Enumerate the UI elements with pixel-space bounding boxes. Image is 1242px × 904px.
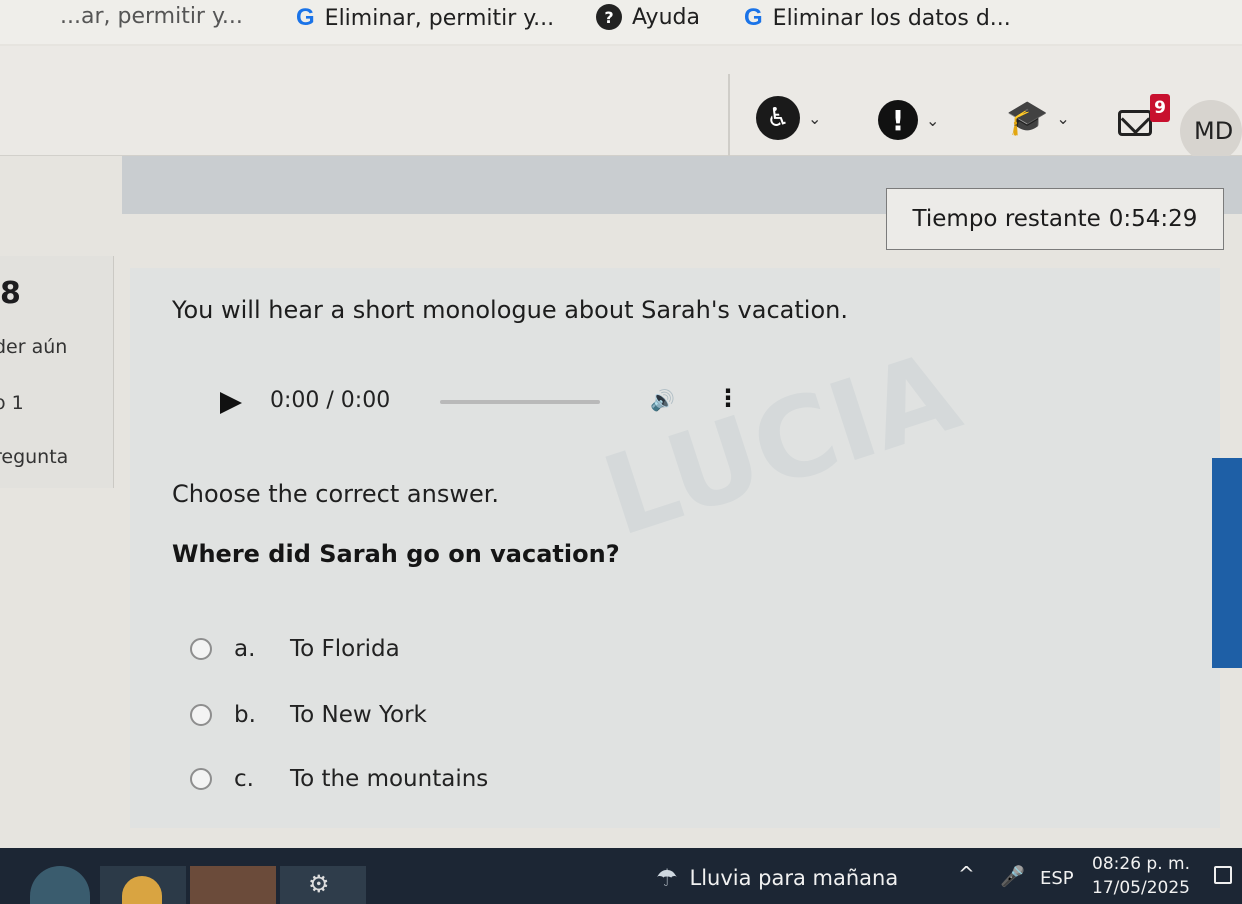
timer-label: Tiempo restante bbox=[912, 206, 1101, 232]
chevron-down-icon: ⌄ bbox=[1056, 108, 1070, 128]
question-grade: o 1 bbox=[0, 392, 24, 414]
google-icon: G bbox=[744, 4, 763, 31]
bookmark-item[interactable]: ...ar, permitir y... bbox=[60, 4, 243, 29]
option-letter: a. bbox=[234, 636, 256, 662]
accessibility-menu[interactable]: ♿ ⌄ bbox=[756, 96, 821, 140]
help-icon: ? bbox=[596, 4, 622, 30]
bookmark-item[interactable]: ? Ayuda bbox=[596, 4, 700, 30]
user-avatar[interactable]: MD bbox=[1180, 100, 1242, 162]
flag-question[interactable]: regunta bbox=[0, 446, 68, 468]
weather-widget[interactable]: ☂ Lluvia para mañana bbox=[656, 864, 898, 892]
bookmarks-bar: ...ar, permitir y... G Eliminar, permiti… bbox=[0, 0, 1242, 44]
notifications-icon[interactable] bbox=[1214, 866, 1232, 884]
option-letter: c. bbox=[234, 766, 254, 792]
question-status: der aún bbox=[0, 336, 68, 358]
volume-icon[interactable]: 🔊 bbox=[650, 388, 675, 412]
radio-button[interactable] bbox=[190, 768, 212, 790]
radio-button[interactable] bbox=[190, 704, 212, 726]
answer-option-c[interactable]: c. To the mountains bbox=[190, 766, 488, 792]
chevron-down-icon: ⌄ bbox=[926, 110, 940, 130]
browser-icon bbox=[122, 876, 162, 904]
user-initials: MD bbox=[1194, 117, 1234, 145]
question-number: 8 bbox=[0, 276, 21, 311]
taskbar-app[interactable] bbox=[190, 866, 276, 904]
option-text: To the mountains bbox=[290, 766, 489, 792]
taskbar-app[interactable] bbox=[100, 866, 186, 904]
gear-icon: ⚙ bbox=[308, 870, 330, 898]
clock-time: 08:26 p. m. bbox=[1092, 854, 1190, 874]
google-icon: G bbox=[296, 4, 315, 31]
courses-menu[interactable]: 🎓 ⌄ bbox=[1006, 98, 1070, 138]
taskbar: ⚙ ☂ Lluvia para mañana ^ 🎤 ESP 08:26 p. … bbox=[0, 848, 1242, 904]
header-divider bbox=[728, 74, 730, 156]
answer-option-b[interactable]: b. To New York bbox=[190, 702, 427, 728]
microphone-icon[interactable]: 🎤 bbox=[1000, 864, 1025, 888]
time-remaining: Tiempo restante 0:54:29 bbox=[886, 188, 1224, 250]
audio-player: 0:00 / 0:00 🔊 ⋮ bbox=[210, 380, 750, 424]
play-icon[interactable] bbox=[220, 392, 242, 414]
chevron-down-icon: ⌄ bbox=[808, 108, 822, 128]
system-clock[interactable]: 08:26 p. m. 17/05/2025 bbox=[1092, 852, 1190, 900]
bookmark-item[interactable]: G Eliminar los datos d... bbox=[744, 4, 1011, 32]
audio-time: 0:00 / 0:00 bbox=[270, 388, 391, 413]
question-text: Where did Sarah go on vacation? bbox=[172, 540, 620, 568]
tray-chevron-icon[interactable]: ^ bbox=[958, 862, 975, 886]
umbrella-icon: ☂ bbox=[656, 864, 678, 892]
language-indicator[interactable]: ESP bbox=[1040, 868, 1074, 889]
question-intro: You will hear a short monologue about Sa… bbox=[172, 296, 848, 324]
alert-icon: ! bbox=[878, 100, 918, 140]
mortarboard-icon: 🎓 bbox=[1006, 98, 1049, 138]
option-text: To New York bbox=[290, 702, 427, 728]
taskbar-app[interactable] bbox=[30, 866, 90, 904]
weather-text: Lluvia para mañana bbox=[689, 866, 899, 890]
bookmark-label: ...ar, permitir y... bbox=[60, 4, 243, 29]
question-instruction: Choose the correct answer. bbox=[172, 480, 500, 508]
question-info-panel: 8 der aún o 1 regunta bbox=[0, 256, 114, 488]
more-options-icon[interactable]: ⋮ bbox=[716, 384, 740, 412]
clock-date: 17/05/2025 bbox=[1092, 878, 1190, 898]
bookmark-label: Ayuda bbox=[632, 4, 700, 30]
accessibility-icon: ♿ bbox=[756, 96, 800, 140]
alerts-menu[interactable]: ! ⌄ bbox=[878, 100, 939, 140]
option-letter: b. bbox=[234, 702, 256, 728]
answer-option-a[interactable]: a. To Florida bbox=[190, 636, 400, 662]
bookmark-label: Eliminar, permitir y... bbox=[324, 5, 555, 31]
bookmark-label: Eliminar los datos d... bbox=[772, 5, 1011, 31]
taskbar-app[interactable]: ⚙ bbox=[280, 866, 366, 904]
bookmark-item[interactable]: G Eliminar, permitir y... bbox=[296, 4, 554, 32]
timer-value: 0:54:29 bbox=[1108, 206, 1198, 232]
messages-badge: 9 bbox=[1150, 94, 1170, 122]
option-text: To Florida bbox=[290, 636, 400, 662]
audio-progress-bar[interactable] bbox=[440, 400, 600, 404]
radio-button[interactable] bbox=[190, 638, 212, 660]
side-drawer-toggle[interactable] bbox=[1212, 458, 1242, 668]
messages-button[interactable] bbox=[1118, 104, 1154, 136]
envelope-icon bbox=[1118, 110, 1152, 136]
